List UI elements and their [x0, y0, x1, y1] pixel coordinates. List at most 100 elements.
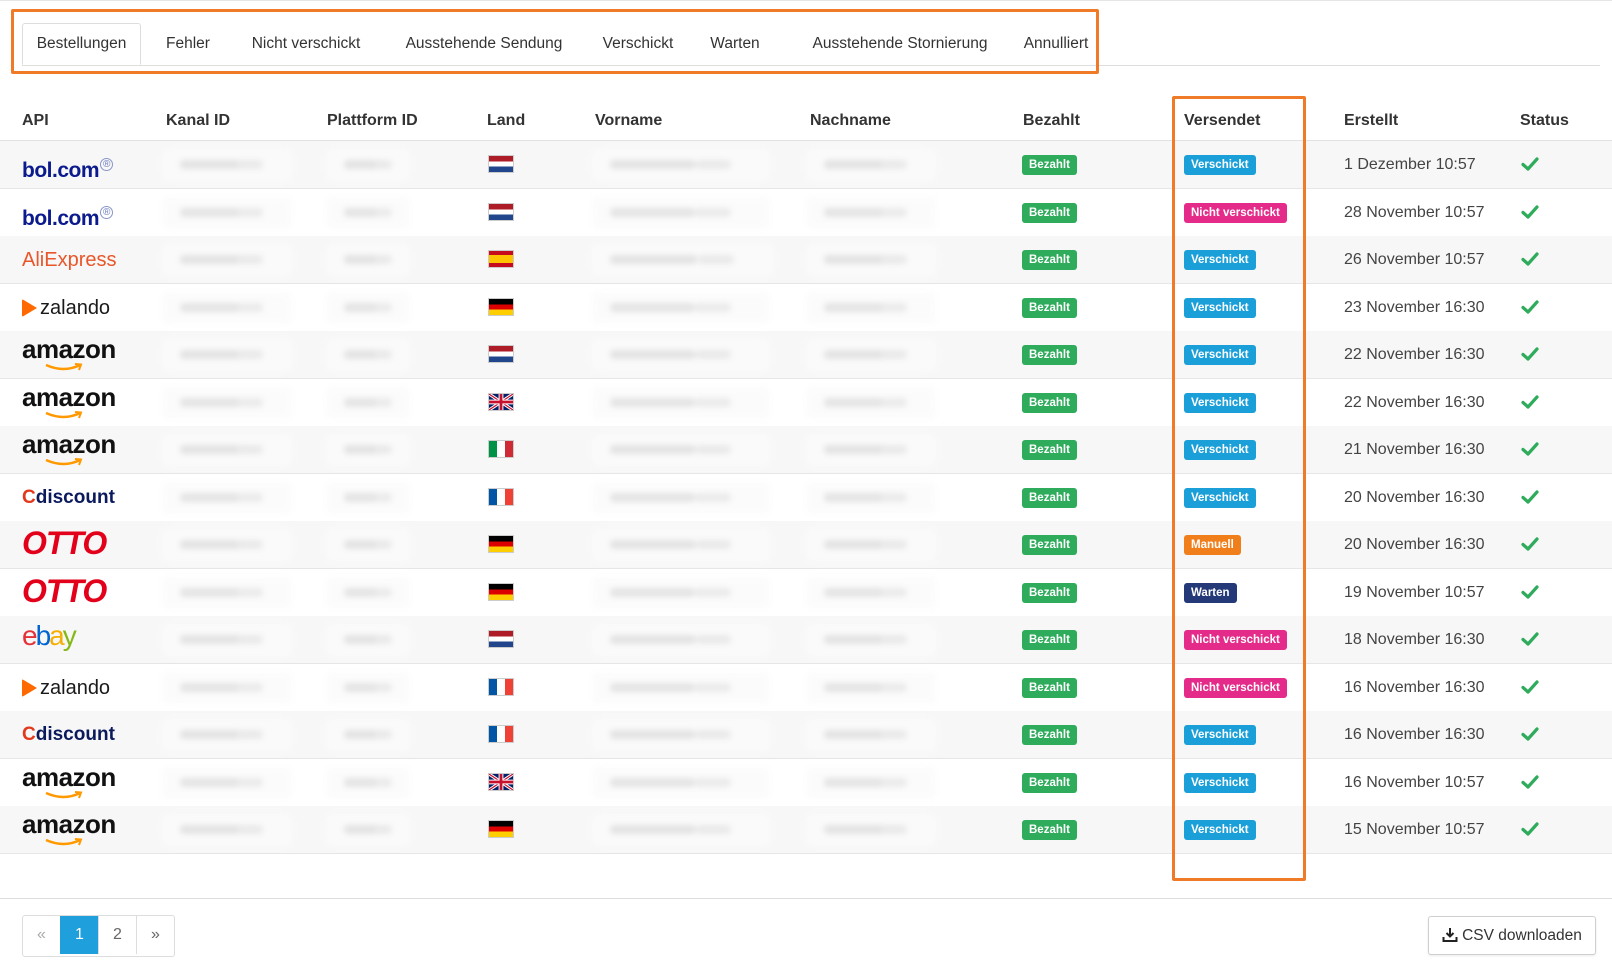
table-row[interactable]: bol.com ® Bezahlt Nicht verschickt 28 Novemb…: [0, 189, 1612, 237]
kanal-id-redacted: [162, 671, 292, 704]
plattform-id-redacted: [326, 481, 410, 514]
kanal-id-redacted: [162, 244, 292, 276]
header-versendet[interactable]: Versendet: [1184, 96, 1260, 140]
erstellt-date: 20 November 16:30: [1344, 488, 1485, 506]
check-icon: [1521, 347, 1539, 361]
amazon-logo: amazon: [22, 383, 116, 418]
erstellt-date: 28 November 10:57: [1344, 203, 1485, 221]
csv-download-button[interactable]: CSV downloaden: [1428, 916, 1596, 955]
table-row[interactable]: Cdiscount Bezahlt Verschickt 16 November 16…: [0, 711, 1612, 759]
erstellt-date: 16 November 10:57: [1344, 773, 1485, 791]
nachname-redacted: [806, 576, 936, 609]
versendet-badge: Nicht verschickt: [1184, 630, 1287, 650]
table-row[interactable]: bol.com ® Bezahlt Verschickt 1 Dezember 10:5…: [0, 141, 1612, 189]
tab-fehler[interactable]: Fehler: [152, 23, 224, 65]
flag-nl-icon: [488, 155, 514, 173]
cdiscount-logo: Cdiscount: [22, 486, 115, 508]
table-row[interactable]: amazon Bezahlt Verschickt 16 November 10:57: [0, 759, 1612, 807]
table-row[interactable]: amazon Bezahlt Verschickt 21 November 16:30: [0, 426, 1612, 474]
tab-ausstehende-sendung[interactable]: Ausstehende Sendung: [402, 23, 566, 65]
bol-logo-text: bol.com: [22, 159, 100, 182]
header-bezahlt[interactable]: Bezahlt: [1023, 96, 1080, 140]
kanal-id-redacted: [162, 529, 292, 561]
kanal-id-redacted: [162, 149, 292, 181]
pagination-page-2[interactable]: 2: [98, 916, 136, 954]
vorname-redacted: [592, 529, 770, 561]
vorname-redacted: [592, 339, 770, 371]
plattform-id-redacted: [326, 244, 410, 276]
flag-de-icon: [488, 820, 514, 838]
flag-nl-icon: [488, 202, 514, 221]
header-status[interactable]: Status: [1520, 96, 1569, 140]
bol-logo: bol.com ®: [22, 196, 113, 230]
vorname-redacted: [592, 814, 770, 846]
amazon-logo: amazon: [22, 763, 116, 798]
check-icon: [1521, 157, 1539, 171]
nachname-redacted: [806, 244, 936, 276]
table-row[interactable]: zalando Bezahlt Nicht verschickt 16 Novembe…: [0, 664, 1612, 712]
table-row[interactable]: amazon Bezahlt Verschickt 15 November 10:57: [0, 806, 1612, 854]
pagination-page-1[interactable]: 1: [60, 916, 98, 954]
plattform-id-redacted: [326, 339, 410, 371]
plattform-id-redacted: [326, 196, 410, 229]
flag-it-icon: [488, 440, 514, 458]
header-erstellt[interactable]: Erstellt: [1344, 96, 1398, 140]
header-kanal-id[interactable]: Kanal ID: [166, 96, 230, 140]
check-icon: [1521, 442, 1539, 456]
kanal-id-redacted: [162, 481, 292, 514]
footer-divider: [0, 898, 1612, 899]
pagination-prev-button[interactable]: «: [23, 916, 60, 954]
table-row[interactable]: AliExpress Bezahlt Verschickt 26 November 1…: [0, 236, 1612, 284]
amazon-logo: amazon: [22, 335, 116, 371]
versendet-badge: Verschickt: [1184, 440, 1256, 460]
bezahlt-badge: Bezahlt: [1022, 250, 1077, 270]
tab-ausstehende-stornierung[interactable]: Ausstehende Stornierung: [800, 23, 1000, 65]
tab-annulliert[interactable]: Annulliert: [1012, 23, 1100, 65]
table-row[interactable]: OTTO Bezahlt Warten 19 November 10:57: [0, 569, 1612, 617]
bezahlt-badge: Bezahlt: [1022, 392, 1077, 413]
table-row[interactable]: amazon Bezahlt Verschickt 22 November 16:30: [0, 379, 1612, 427]
tab-warten[interactable]: Warten: [702, 23, 768, 65]
check-icon: [1521, 537, 1539, 551]
header-land[interactable]: Land: [487, 96, 525, 140]
tab-bestellungen[interactable]: Bestellungen: [22, 23, 141, 65]
table-row[interactable]: zalando Bezahlt Verschickt 23 November 16:3…: [0, 284, 1612, 332]
erstellt-date: 20 November 16:30: [1344, 536, 1485, 553]
erstellt-date: 18 November 16:30: [1344, 631, 1485, 648]
table-row[interactable]: ebay Bezahlt Nicht verschickt 18 November 1…: [0, 616, 1612, 664]
nachname-redacted: [806, 624, 936, 656]
bezahlt-badge: Bezahlt: [1022, 535, 1077, 555]
plattform-id-redacted: [326, 766, 410, 799]
tab-nicht-verschickt[interactable]: Nicht verschickt: [242, 23, 370, 65]
kanal-id-redacted: [162, 196, 292, 229]
header-nachname[interactable]: Nachname: [810, 96, 891, 140]
table-row[interactable]: Cdiscount Bezahlt Verschickt 20 November 16…: [0, 474, 1612, 522]
table-row[interactable]: OTTO Bezahlt Manuell 20 November 16:30: [0, 521, 1612, 569]
check-icon: [1521, 727, 1539, 741]
pagination: « 1 2 »: [22, 915, 175, 957]
header-vorname[interactable]: Vorname: [595, 96, 662, 140]
header-plattform-id[interactable]: Plattform ID: [327, 96, 418, 140]
check-icon: [1521, 394, 1539, 409]
vorname-redacted: [592, 671, 770, 704]
table-row[interactable]: amazon Bezahlt Verschickt 22 November 16:30: [0, 331, 1612, 379]
check-icon: [1521, 489, 1539, 504]
tab-verschickt[interactable]: Verschickt: [594, 23, 682, 65]
versendet-badge: Verschickt: [1184, 725, 1256, 745]
bezahlt-badge: Bezahlt: [1022, 725, 1077, 745]
pagination-next-button[interactable]: »: [136, 916, 174, 954]
header-api[interactable]: API: [22, 96, 49, 140]
check-icon: [1521, 632, 1539, 646]
kanal-id-redacted: [162, 624, 292, 656]
plattform-id-redacted: [326, 671, 410, 704]
bezahlt-badge: Bezahlt: [1022, 820, 1077, 840]
check-icon: [1521, 299, 1539, 314]
check-icon: [1521, 252, 1539, 266]
versendet-badge: Verschickt: [1184, 772, 1256, 793]
vorname-redacted: [592, 196, 770, 229]
otto-logo: OTTO: [22, 572, 107, 609]
nachname-redacted: [806, 719, 936, 751]
amazon-logo: amazon: [22, 810, 116, 846]
nachname-redacted: [806, 814, 936, 846]
versendet-badge: Nicht verschickt: [1184, 202, 1287, 223]
